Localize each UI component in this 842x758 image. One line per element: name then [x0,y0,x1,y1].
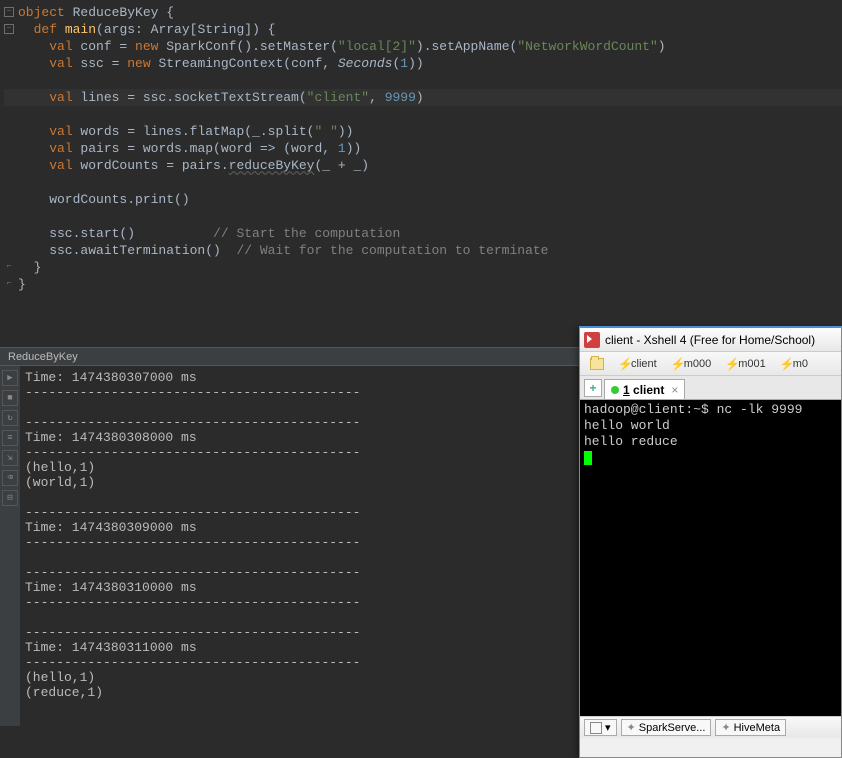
class-name: ReduceByKey [73,5,159,20]
kw-object: object [18,5,65,20]
txt: ) [658,39,666,54]
pin-icon[interactable]: ⊟ [2,490,18,506]
session-client[interactable]: ⚡client [612,355,663,373]
txt: )) [338,124,354,139]
run-icon[interactable]: ▶ [2,370,18,386]
txt: (_ + _) [314,158,369,173]
kw-new: new [135,39,158,54]
str: "client" [307,90,369,105]
fold-toggle[interactable]: − [4,24,14,34]
tab-num: 1 [623,383,630,397]
app-icon [584,332,600,348]
str: "NetworkWordCount" [517,39,657,54]
session-new-icon[interactable] [584,356,610,372]
str: "local[2]" [338,39,416,54]
kw-val: val [49,39,72,54]
fold-toggle[interactable]: − [4,7,14,17]
txt: wordCounts.print() [18,192,190,207]
close-icon[interactable]: × [671,383,678,397]
txt: ).setAppName( [416,39,517,54]
txt: StreamingContext(conf, [151,56,338,71]
sig: (args: Array[ [96,22,197,37]
status-label: HiveMeta [734,722,780,734]
txt: ssc.start() [18,226,213,241]
term-line: hadoop@client:~$ nc -lk 9999 [584,402,837,418]
comment: // Wait for the computation to terminate [236,243,548,258]
kw-val: val [49,56,72,71]
txt: )) [408,56,424,71]
code-editor[interactable]: −object ReduceByKey { − def main(args: A… [0,0,842,293]
new-tab-button[interactable]: + [584,379,602,397]
kw-val: val [49,124,72,139]
txt: words = lines.flatMap(_.split( [73,124,315,139]
str: " " [314,124,337,139]
fold-end[interactable]: ⌐ [4,279,14,289]
tab-client[interactable]: 1 client × [604,379,685,399]
txt: pairs = words.map(word => (word, [73,141,338,156]
txt: lines = ssc.socketTextStream( [73,90,307,105]
restart-icon[interactable]: ↻ [2,410,18,426]
type-string: String [197,22,244,37]
term-line: hello reduce [584,434,837,450]
brace: } [18,277,26,292]
num: 9999 [385,90,416,105]
xshell-window[interactable]: client - Xshell 4 (Free for Home/School)… [579,326,842,758]
txt: conf = [73,39,135,54]
console-sidebar: ▶ ■ ↻ ≡ ⇲ ⌫ ⊟ [0,366,20,726]
cursor [584,451,592,465]
tb-label: m000 [684,358,712,370]
sig2: ]) { [244,22,275,37]
status-bar: ▾ ✦SparkServe... ✦HiveMeta [580,716,841,738]
fold-end[interactable]: ⌐ [4,262,14,272]
export-icon[interactable]: ⇲ [2,450,18,466]
txt: ) [416,90,424,105]
session-m000[interactable]: ⚡m000 [665,355,718,373]
txt: SparkConf().setMaster( [158,39,337,54]
kw-val: val [49,141,72,156]
tab-bar: + 1 client × [580,376,841,400]
comment: // Start the computation [213,226,400,241]
session-m0[interactable]: ⚡m0 [774,355,814,373]
kw-val: val [49,158,72,173]
status-hive[interactable]: ✦HiveMeta [715,719,786,736]
status-label: SparkServe... [639,722,706,734]
status-spark[interactable]: ✦SparkServe... [621,719,712,736]
warn: reduceByKey [229,158,315,173]
trash-icon[interactable]: ⌫ [2,470,18,486]
crumb-item: ReduceByKey [8,351,78,363]
kw-val: val [49,90,72,105]
txt: , [369,90,385,105]
toolbar: ⚡client ⚡m000 ⚡m001 ⚡m0 [580,352,841,376]
brace: { [166,5,174,20]
status-dot-icon [611,386,619,394]
tab-name: client [633,383,664,397]
tb-label: client [631,358,657,370]
term-line: hello world [584,418,837,434]
stop-icon[interactable]: ■ [2,390,18,406]
txt: )) [346,141,362,156]
tb-label: m001 [738,358,766,370]
session-m001[interactable]: ⚡m001 [719,355,772,373]
debug-icon[interactable]: ≡ [2,430,18,446]
kw-new: new [127,56,150,71]
terminal[interactable]: hadoop@client:~$ nc -lk 9999 hello world… [580,400,841,716]
txt: ssc.awaitTermination() [18,243,236,258]
it: Seconds [338,56,393,71]
txt: ssc = [73,56,128,71]
brace: } [18,260,41,275]
fn-main: main [65,22,96,37]
tb-label: m0 [793,358,808,370]
num: 1 [400,56,408,71]
titlebar[interactable]: client - Xshell 4 (Free for Home/School) [580,328,841,352]
window-title: client - Xshell 4 (Free for Home/School) [605,333,815,347]
txt: wordCounts = pairs. [73,158,229,173]
kw-def: def [34,22,57,37]
num: 1 [338,141,346,156]
status-menu-icon[interactable]: ▾ [584,719,617,736]
indent [18,39,49,54]
